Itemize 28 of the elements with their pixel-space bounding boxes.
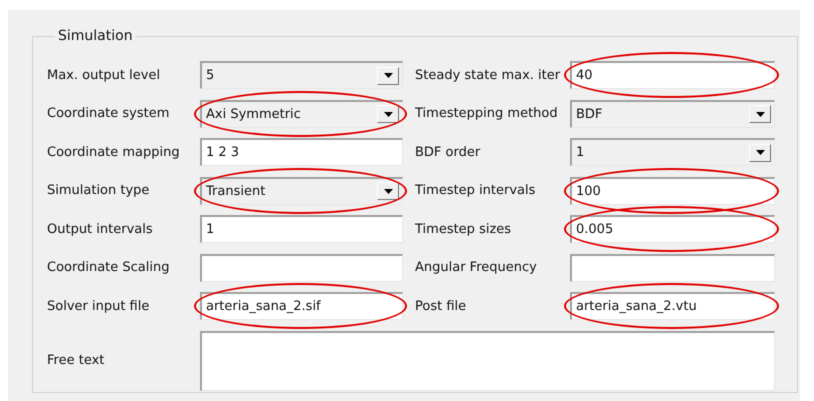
field-label: Steady state max. iter <box>414 68 562 82</box>
combo-box[interactable]: Transient <box>200 176 403 204</box>
field-label: Timestep sizes <box>414 222 512 236</box>
combo-box[interactable]: BDF <box>570 100 775 128</box>
group-title: Simulation <box>57 28 134 44</box>
field-label: Coordinate mapping <box>47 144 181 160</box>
combo-box[interactable]: 1 <box>570 138 775 166</box>
field-label: Free text <box>47 353 106 368</box>
field-label: Angular Frequency <box>414 260 538 275</box>
text-field[interactable]: 0.005 <box>570 215 775 243</box>
field-label: Timestepping method <box>414 106 559 121</box>
combo-box[interactable]: Axi Symmetric <box>200 100 403 128</box>
text-field[interactable]: 100 <box>570 176 775 204</box>
text-field[interactable]: arteria_sana_2.vtu <box>570 292 775 320</box>
text-field[interactable]: 1 2 3 <box>200 138 403 166</box>
field-label: BDF order <box>414 144 482 160</box>
text-field[interactable]: 1 <box>200 215 403 243</box>
field-label: Coordinate Scaling <box>47 260 170 275</box>
field-label: Solver input file <box>47 298 150 314</box>
field-label: Simulation type <box>47 183 150 198</box>
field-label: Post file <box>414 298 468 314</box>
field-label: Max. output level <box>47 68 162 82</box>
field-label: Timestep intervals <box>414 183 536 198</box>
text-field[interactable]: 40 <box>570 61 775 89</box>
field-label: Coordinate system <box>47 106 170 121</box>
combo-box[interactable]: 5 <box>200 61 403 89</box>
field-label: Output intervals <box>47 222 154 236</box>
text-field[interactable]: arteria_sana_2.sif <box>200 292 403 320</box>
